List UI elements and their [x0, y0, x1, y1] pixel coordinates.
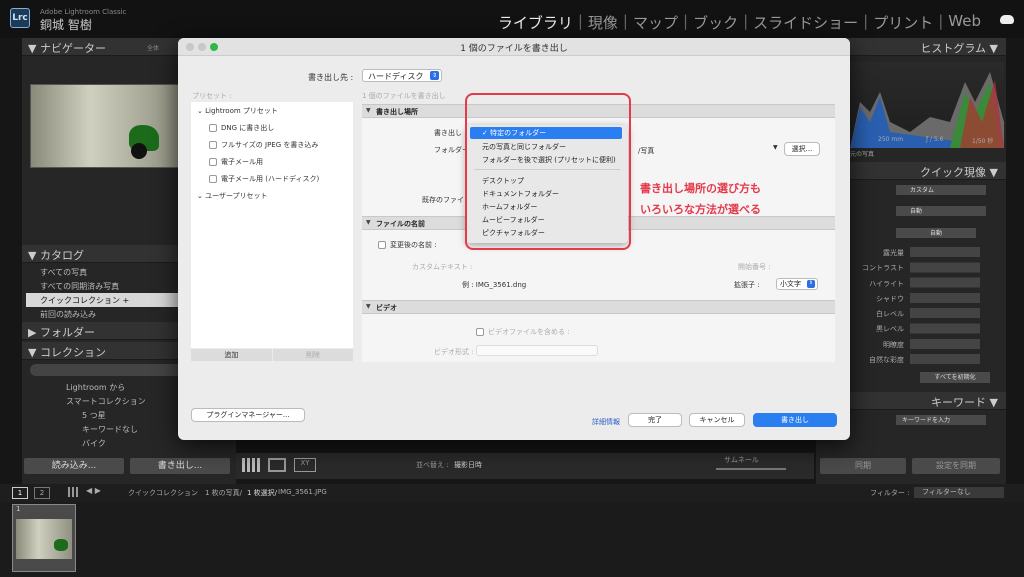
compare-view-icon[interactable]: XY: [294, 458, 316, 472]
sync-settings-button[interactable]: 設定を同期: [912, 458, 1000, 474]
loupe-view-icon[interactable]: [268, 458, 286, 472]
export-to-select[interactable]: ハードディスク ⇕: [362, 69, 442, 82]
rename-checkbox[interactable]: 変更後の名前 :: [378, 240, 437, 250]
annotation-line-2: いろいろな方法が選べる: [640, 203, 761, 216]
top-bar: Lrc Adobe Lightroom Classic 銅城 智樹 ライブラリ |…: [0, 0, 1024, 38]
filmstrip-cell[interactable]: 1: [12, 504, 76, 572]
preset-group-user[interactable]: ⌄ ユーザープリセット: [197, 191, 268, 201]
grid-view-icon[interactable]: [242, 458, 260, 472]
cloud-icon[interactable]: [1000, 15, 1014, 24]
sync-button[interactable]: 同期: [820, 458, 906, 474]
filter-select[interactable]: フィルターなし: [914, 487, 1004, 498]
tone-labels: 露光量 コントラスト ハイライト シャドウ 白レベル 黒レベル 明瞭度 自然な彩度: [862, 249, 904, 365]
annotation-line-1: 書き出し場所の選び方も: [640, 182, 761, 195]
user-name: 銅城 智樹: [40, 18, 92, 32]
video-format-label: ビデオ形式 :: [434, 348, 474, 356]
folder-dropdown-icon[interactable]: ▼: [773, 144, 778, 151]
file-name: IMG_3561.JPG: [278, 488, 327, 496]
shutter: 1/50 秒: [972, 138, 994, 145]
navigator-fit[interactable]: 全体: [147, 43, 159, 52]
selected-count: 1 枚選択/: [247, 489, 278, 497]
import-button[interactable]: 読み込み...: [24, 458, 124, 474]
thumbnail-label: サムネール: [724, 456, 759, 464]
preset-list: ⌄ Lightroom プリセット DNG に書き出し フルサイズの JPEG …: [191, 102, 353, 348]
filmstrip: 1: [0, 502, 1024, 577]
cancel-button[interactable]: キャンセル: [689, 413, 745, 427]
extension-select[interactable]: 小文字 ⇕: [776, 278, 818, 290]
module-print[interactable]: プリント: [868, 12, 938, 33]
app-logo: Lrc: [10, 8, 30, 28]
wb-select[interactable]: 自動: [896, 206, 986, 216]
plugin-manager-button[interactable]: プラグインマネージャー...: [191, 408, 305, 422]
video-format-select[interactable]: [476, 345, 598, 356]
module-develop[interactable]: 現像: [583, 12, 623, 33]
library-toolbar: XY 並べ替え : 撮影日時 サムネール: [236, 453, 814, 479]
add-preset-button[interactable]: 追加: [191, 349, 272, 361]
auto-tone-button[interactable]: 自動: [896, 228, 976, 238]
module-slideshow[interactable]: スライドショー: [748, 12, 863, 33]
export-to-label: 書き出し先 :: [308, 73, 354, 82]
include-video-checkbox[interactable]: ビデオファイルを含める :: [476, 327, 570, 337]
sort-label: 並べ替え :: [416, 461, 449, 469]
photo-count: 1 枚の写真/: [205, 489, 243, 497]
product-name: Adobe Lightroom Classic: [40, 8, 127, 16]
folder-label: フォルダー: [434, 146, 469, 154]
module-web[interactable]: Web: [943, 12, 986, 33]
export-submit-button[interactable]: 書き出し: [753, 413, 837, 427]
reset-all-button[interactable]: すべてを初期化: [920, 372, 990, 383]
sort-value[interactable]: 撮影日時: [454, 460, 482, 470]
preset-email-hd[interactable]: 電子メール用 (ハードディスク): [209, 174, 319, 184]
preset-label: プリセット :: [192, 92, 232, 100]
module-picker: ライブラリ | 現像 | マップ | ブック | スライドショー | プリント | Web: [493, 12, 986, 33]
filter-label: フィルター :: [870, 489, 910, 497]
remove-preset-button[interactable]: 削除: [273, 349, 353, 361]
custom-text-label: カスタムテキスト :: [412, 263, 473, 271]
preset-dng[interactable]: DNG に書き出し: [209, 123, 274, 133]
tone-buttons[interactable]: [910, 247, 980, 367]
section-video[interactable]: ビデオ: [362, 300, 835, 314]
thumbnail-slider[interactable]: [716, 468, 786, 470]
dialog-title: 1 個のファイルを書き出し: [460, 44, 568, 54]
extension-label: 拡張子 :: [734, 281, 760, 289]
preset-select[interactable]: カスタム: [896, 185, 986, 195]
module-book[interactable]: ブック: [688, 12, 743, 33]
window-1-button[interactable]: 1: [12, 487, 28, 499]
original-photo: 元の写真: [850, 151, 875, 158]
folder-path: /写真: [638, 147, 655, 155]
aperture: ƒ / 5.6: [926, 136, 944, 143]
export-location-label: 書き出し: [434, 129, 462, 137]
preset-jpeg[interactable]: フルサイズの JPEG を書き込み: [209, 140, 318, 150]
source-path[interactable]: クイックコレクション: [128, 488, 198, 498]
files-count-label: 1 個のファイルを書き出し: [362, 92, 446, 100]
dialog-titlebar: 1 個のファイルを書き出し: [178, 38, 850, 56]
existing-files-label: 既存のファイ: [422, 196, 464, 204]
export-button[interactable]: 書き出し...: [130, 458, 230, 474]
preset-email[interactable]: 電子メール用: [209, 157, 263, 167]
navigator-preview[interactable]: [30, 84, 180, 168]
module-library[interactable]: ライブラリ: [493, 12, 578, 33]
done-button[interactable]: 完了: [628, 413, 682, 427]
preset-group-lightroom[interactable]: ⌄ Lightroom プリセット: [197, 106, 278, 116]
cell-index: 1: [16, 505, 21, 513]
choose-folder-button[interactable]: 選択...: [784, 142, 820, 156]
filmstrip-thumbnail: [16, 519, 72, 559]
filename-example: 例 : IMG_3561.dng: [462, 281, 527, 289]
focal-length: 250 mm: [878, 136, 904, 143]
annotation-box: [465, 93, 631, 250]
back-icon[interactable]: ◀ ▶: [86, 486, 101, 495]
window-2-button[interactable]: 2: [34, 487, 50, 499]
module-map[interactable]: マップ: [628, 12, 683, 33]
start-number-label: 開始番号 :: [738, 263, 771, 271]
details-link[interactable]: 詳細情報: [592, 417, 620, 427]
filmstrip-bar: 1 2 ◀ ▶ クイックコレクション 1 枚の写真/ 1 枚選択/ IMG_35…: [0, 484, 1024, 502]
keyword-input[interactable]: キーワードを入力: [896, 415, 986, 425]
grid-icon[interactable]: [68, 487, 78, 497]
